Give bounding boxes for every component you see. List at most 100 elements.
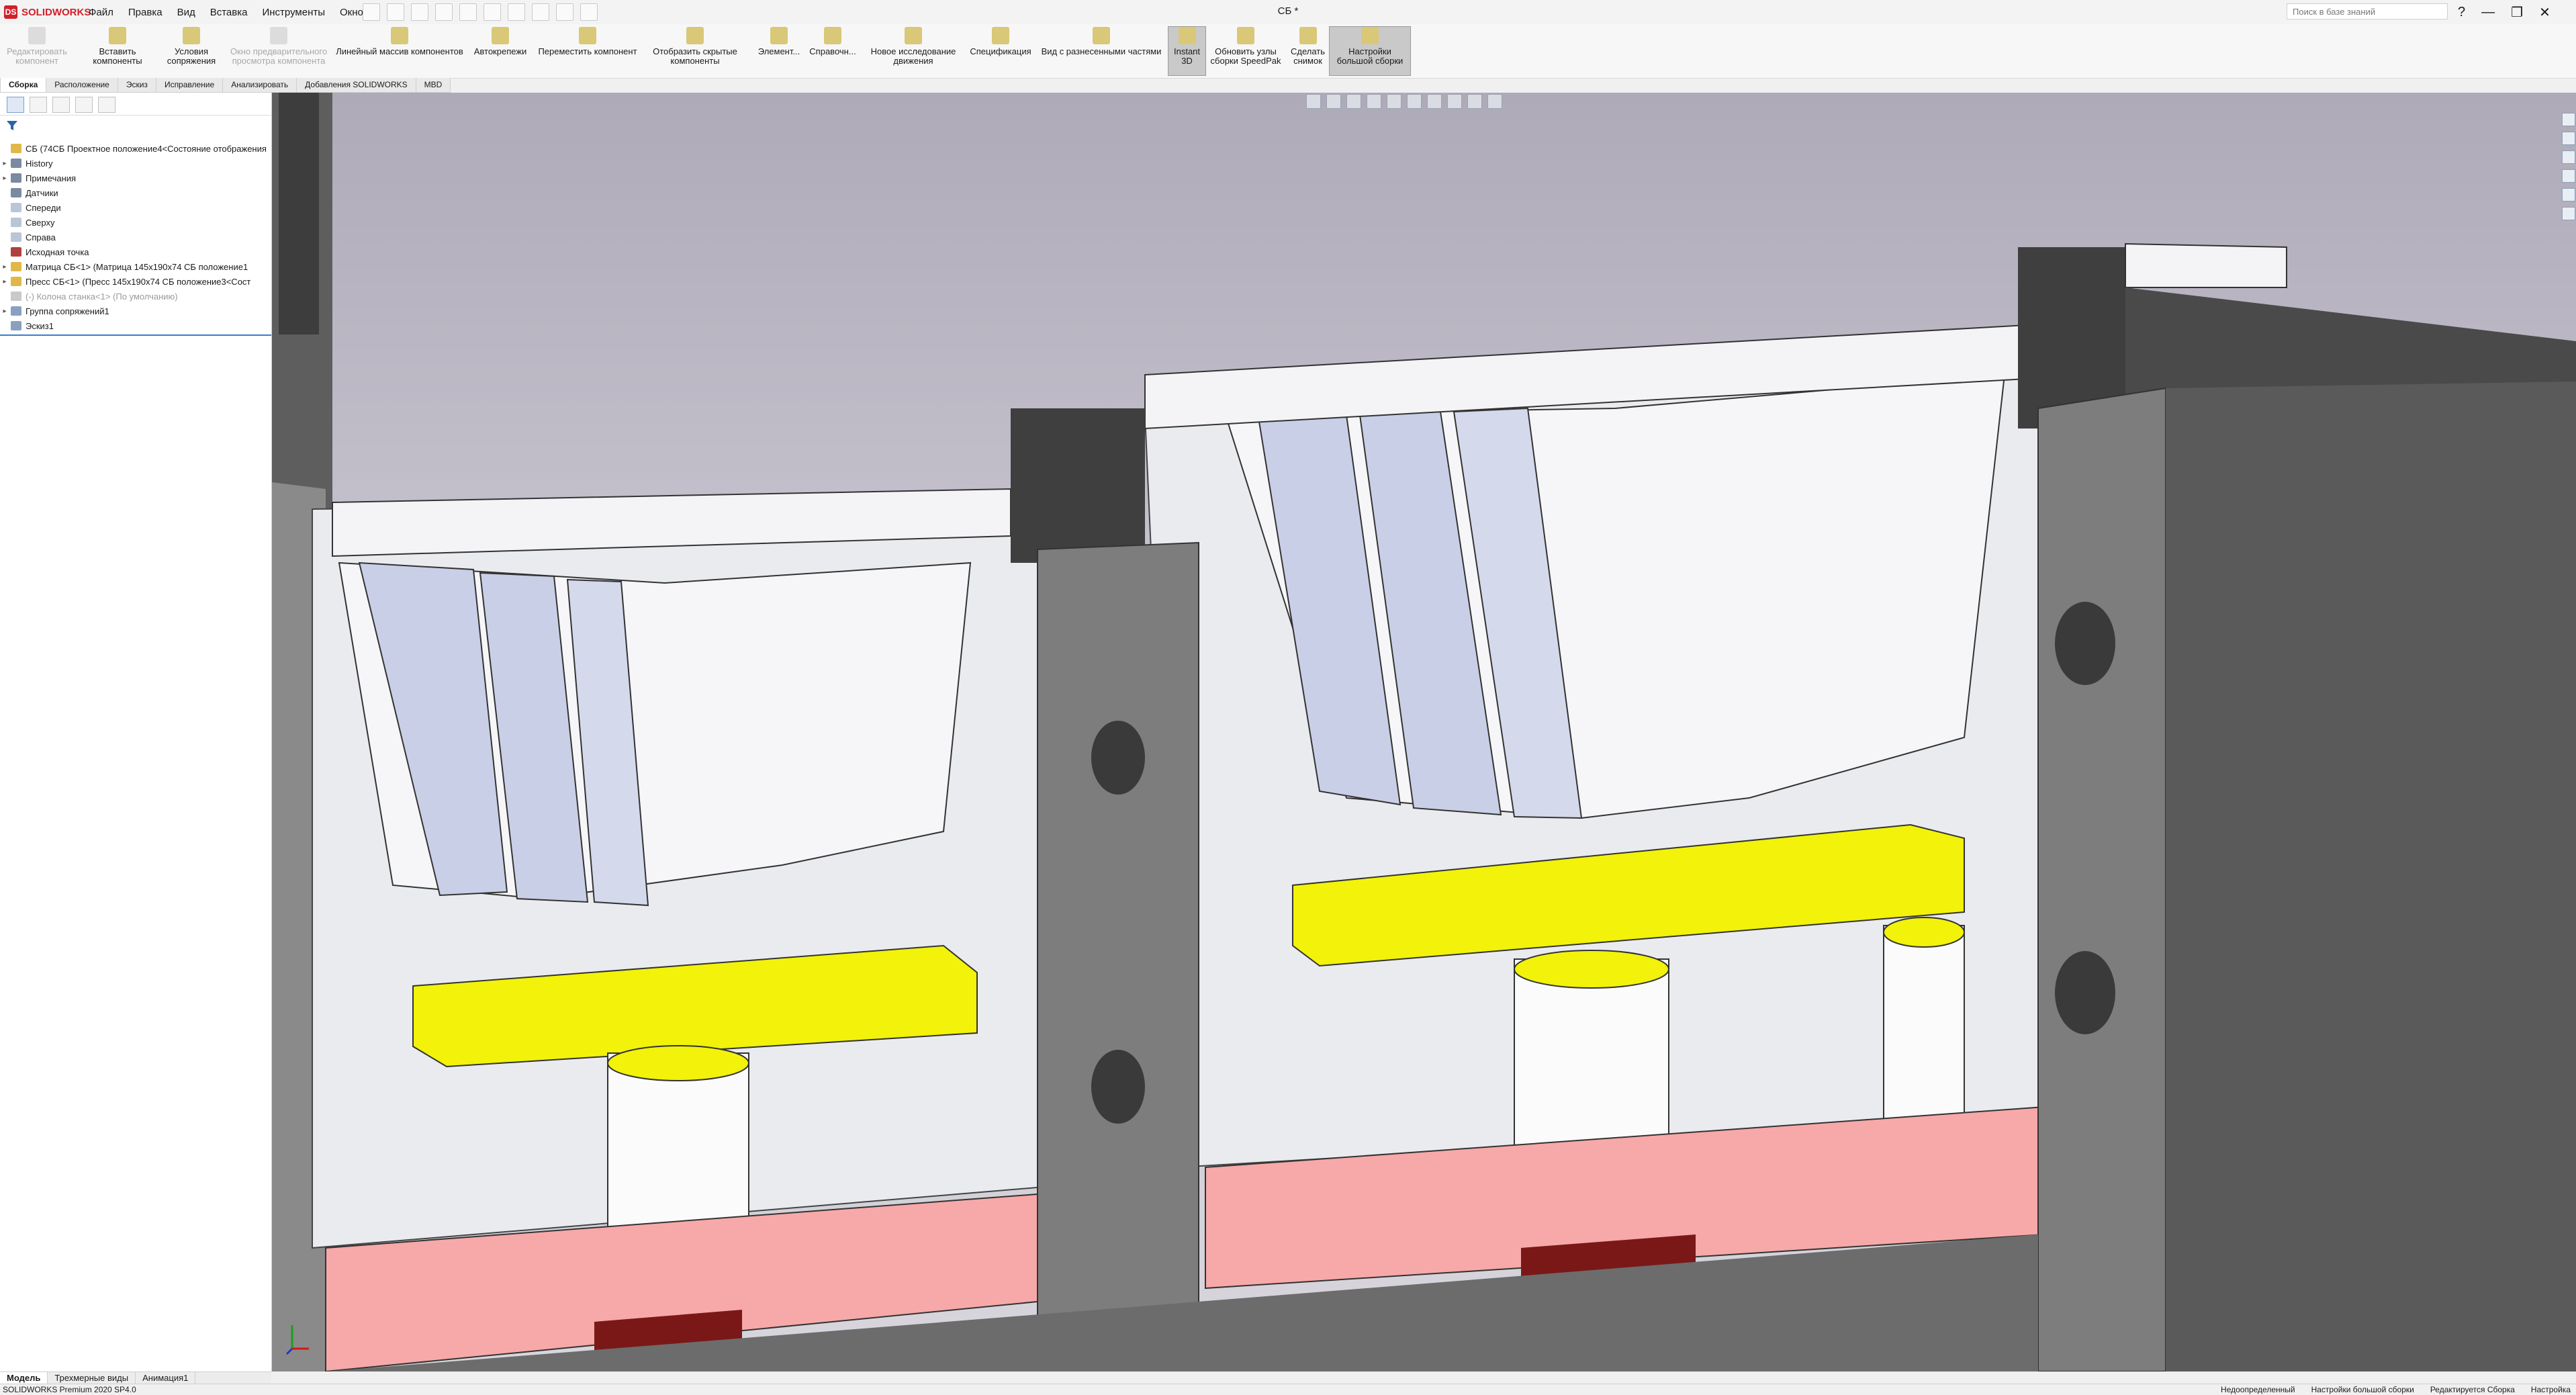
subassembly-icon: [11, 277, 21, 286]
status-units[interactable]: Настройка: [2531, 1385, 2571, 1394]
toolbar-button-12[interactable]: Вид с разнесенными частями: [1038, 27, 1165, 75]
solidworks-resources-icon[interactable]: [2562, 113, 2575, 126]
zoom-to-area-icon[interactable]: [1326, 94, 1341, 109]
tree-item[interactable]: ▸ History: [0, 156, 271, 171]
tab-mbd[interactable]: MBD: [415, 78, 451, 93]
tree-item[interactable]: (-) Колона станка<1> (По умолчанию): [0, 289, 271, 304]
status-right: Недоопределенный Настройки большой сборк…: [2221, 1385, 2571, 1394]
toolbar-button-4[interactable]: Линейный массив компонентов: [336, 27, 463, 75]
expand-arrow-icon[interactable]: ▸: [0, 278, 9, 285]
display-style-icon[interactable]: [1407, 94, 1422, 109]
zoom-to-fit-icon[interactable]: [1306, 94, 1321, 109]
view-palette-icon[interactable]: [2562, 169, 2575, 183]
graphics-area[interactable]: [272, 93, 2576, 1371]
instant3d-icon: [1178, 27, 1196, 44]
toolbar-button-7[interactable]: Отобразить скрытые компоненты: [645, 27, 745, 75]
toolbar-button-2[interactable]: Условия сопряжения: [161, 27, 222, 75]
previous-view-icon[interactable]: [1346, 94, 1361, 109]
assembly-model[interactable]: [272, 93, 2576, 1371]
smart-fasteners-icon: [492, 27, 509, 44]
expand-arrow-icon[interactable]: ▸: [0, 160, 9, 167]
toolbar-button-13[interactable]: Instant 3D: [1168, 26, 1206, 76]
restore-icon[interactable]: ❐: [2511, 4, 2523, 21]
status-large-assembly[interactable]: Настройки большой сборки: [2311, 1385, 2414, 1394]
feature-tree-tab-icon[interactable]: [7, 97, 24, 113]
toolbar-button-label: Редактировать компонент: [7, 46, 67, 66]
toolbar-button-11[interactable]: Спецификация: [967, 27, 1034, 75]
toolbar-button-8[interactable]: Элемент...: [755, 27, 802, 75]
section-view-icon[interactable]: [1367, 94, 1381, 109]
toolbar-button-label: Окно предварительного просмотра компонен…: [230, 46, 328, 66]
appearances-icon[interactable]: [2562, 188, 2575, 201]
tree-item[interactable]: ▸ Группа сопряжений1: [0, 304, 271, 318]
custom-properties-icon[interactable]: [2562, 207, 2575, 220]
tree-item[interactable]: Справа: [0, 230, 271, 244]
file-explorer-icon[interactable]: [2562, 150, 2575, 164]
configuration-tab-icon[interactable]: [52, 97, 70, 113]
tab-model[interactable]: Модель: [0, 1372, 48, 1384]
rollback-bar[interactable]: [0, 334, 271, 336]
right-press-column[interactable]: [2037, 387, 2166, 1371]
help-icon[interactable]: ?: [2458, 5, 2465, 20]
tab-evaluate[interactable]: Анализировать: [222, 78, 297, 93]
expand-arrow-icon[interactable]: ▸: [0, 175, 9, 182]
dimxpert-tab-icon[interactable]: [75, 97, 93, 113]
property-manager-tab-icon[interactable]: [30, 97, 47, 113]
toolbar-button-5[interactable]: Автокрепежи: [470, 27, 531, 75]
toolbar-button-9[interactable]: Справочн...: [806, 27, 860, 75]
search-input[interactable]: Поиск в базе знаний: [2287, 3, 2448, 19]
tree-item-label: Сверху: [26, 217, 55, 228]
filter-icon[interactable]: [5, 120, 19, 132]
toolbar-button-3[interactable]: Окно предварительного просмотра компонен…: [228, 27, 329, 75]
tab-assembly[interactable]: Сборка: [0, 78, 47, 93]
toolbar-button-10[interactable]: Новое исследование движения: [866, 27, 960, 75]
display-manager-tab-icon[interactable]: [98, 97, 116, 113]
view-orientation-icon[interactable]: [1387, 94, 1401, 109]
close-icon[interactable]: ✕: [2539, 4, 2550, 21]
right-top-cap: [2125, 242, 2287, 288]
tab-layout[interactable]: Расположение: [46, 78, 118, 93]
expand-arrow-icon[interactable]: ▸: [0, 263, 9, 271]
mate-icon: [183, 27, 200, 44]
tab-addins[interactable]: Добавления SOLIDWORKS: [296, 78, 416, 93]
tree-item[interactable]: Спереди: [0, 200, 271, 215]
toolbar-button-0[interactable]: Редактировать компонент: [7, 27, 67, 75]
tab-animation[interactable]: Анимация1: [136, 1372, 196, 1384]
expand-arrow-icon[interactable]: ▸: [0, 308, 9, 315]
heads-up-view-toolbar: [1306, 94, 1502, 111]
tree-item-label: Датчики: [26, 187, 58, 198]
toolbar-button-14[interactable]: Обновить узлы сборки SpeedPak: [1209, 27, 1283, 75]
tree-item[interactable]: Датчики: [0, 185, 271, 200]
tree-item[interactable]: Исходная точка: [0, 244, 271, 259]
design-library-icon[interactable]: [2562, 132, 2575, 145]
tree-item[interactable]: СБ (74СБ Проектное положение4<Состояние …: [0, 141, 271, 156]
left-column-shaft: [279, 93, 319, 334]
feature-manager-panel: СБ (74СБ Проектное положение4<Состояние …: [0, 93, 272, 1371]
view-settings-icon[interactable]: [1487, 94, 1502, 109]
plane-icon: [11, 232, 21, 242]
large-assembly-icon: [1361, 27, 1379, 44]
toolbar-button-1[interactable]: Вставить компоненты: [74, 27, 161, 75]
tab-markup[interactable]: Исправление: [155, 78, 224, 93]
edit-appearance-icon[interactable]: [1447, 94, 1462, 109]
toolbar-button-6[interactable]: Переместить компонент: [537, 27, 638, 75]
tree-item[interactable]: ▸ Примечания: [0, 171, 271, 185]
linear-pattern-icon: [391, 27, 408, 44]
toolbar-button-16[interactable]: Настройки большой сборки: [1329, 26, 1411, 76]
tree-item[interactable]: ▸ Матрица СБ<1> (Матрица 145х190х74 СБ по…: [0, 259, 271, 274]
edit-component-icon: [28, 27, 46, 44]
tree-item[interactable]: ▸ Пресс СБ<1> (Пресс 145х190х74 СБ положе…: [0, 274, 271, 289]
apply-scene-icon[interactable]: [1467, 94, 1482, 109]
title-bar: DS SOLIDWORKS Файл Правка Вид Вставка Ин…: [0, 0, 2576, 25]
middle-press-column[interactable]: [1037, 541, 1199, 1337]
hide-show-items-icon[interactable]: [1427, 94, 1442, 109]
right-column-hole-upper: [2055, 602, 2115, 685]
toolbar-button-label: Обновить узлы сборки SpeedPak: [1210, 46, 1281, 66]
tab-3d-views[interactable]: Трехмерные виды: [48, 1372, 136, 1384]
tab-sketch[interactable]: Эскиз: [117, 78, 156, 93]
toolbar-button-15[interactable]: Сделать снимок: [1289, 27, 1326, 75]
minimize-icon[interactable]: —: [2481, 5, 2495, 20]
tree-item-label: Спереди: [26, 202, 61, 213]
tree-item[interactable]: Сверху: [0, 215, 271, 230]
tree-item[interactable]: Эскиз1: [0, 318, 271, 333]
